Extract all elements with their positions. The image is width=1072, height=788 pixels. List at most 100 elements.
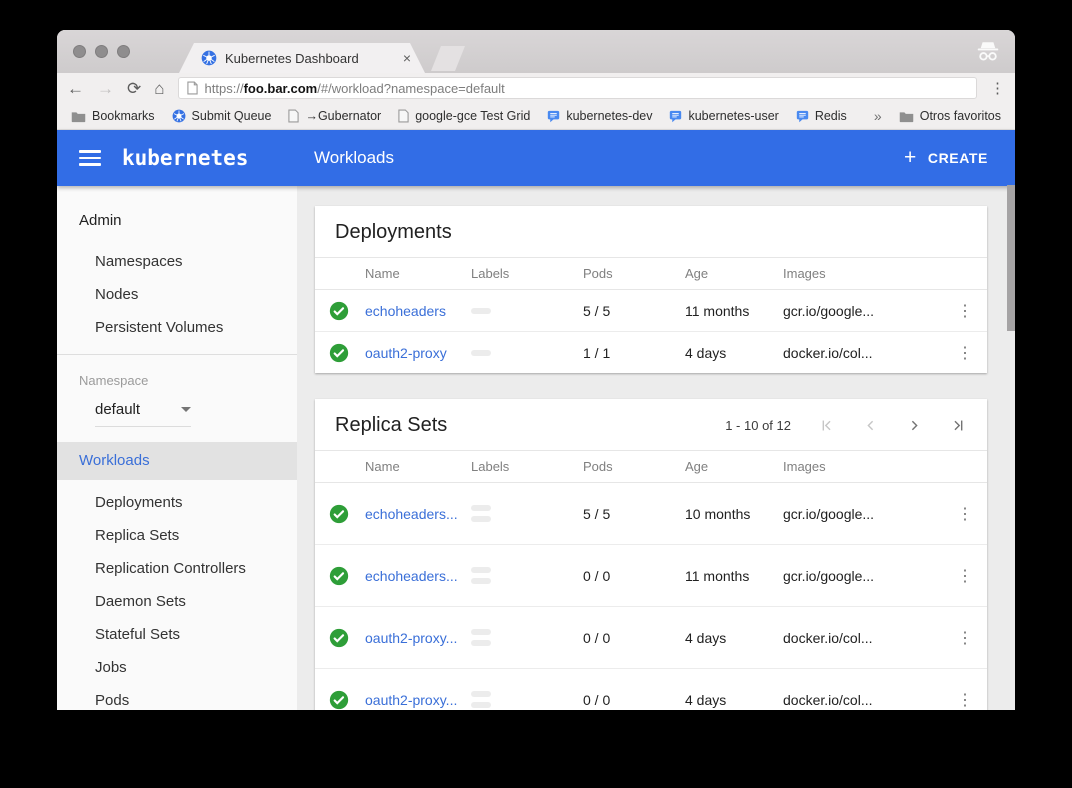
row-menu-icon[interactable]: ⋮ [957, 343, 973, 363]
column-header: Labels [471, 266, 583, 281]
images-cell: docker.io/col... [783, 345, 943, 361]
bookmark-label: →Gubernator [305, 109, 381, 123]
resource-link[interactable]: oauth2-proxy... [365, 630, 471, 646]
labels-cell [471, 567, 583, 584]
app-header: kubernetes Workloads + CREATE [57, 130, 1015, 186]
table-header: Name Labels Pods Age Images [315, 257, 987, 290]
bookmark-label: google-gce Test Grid [415, 109, 530, 123]
page-title: Workloads [314, 148, 394, 168]
labels-cell [471, 505, 583, 522]
close-window-button[interactable] [73, 45, 86, 58]
table-row: oauth2-proxy... 0 / 0 4 days docker.io/c… [315, 668, 987, 710]
address-bar[interactable]: https://foo.bar.com/#/workload?namespace… [178, 77, 977, 99]
browser-toolbar: ← → ⟳ ⌂ https://foo.bar.com/#/workload?n… [57, 73, 1015, 103]
sidebar-item[interactable]: Stateful Sets [57, 618, 297, 651]
bookmark-folder-other[interactable]: Otros favoritos [899, 109, 1001, 123]
column-header: Age [685, 459, 783, 474]
namespace-select[interactable]: default [95, 401, 191, 427]
last-page-icon[interactable] [950, 417, 967, 434]
bookmark-item[interactable]: →Gubernator [288, 109, 381, 123]
sidebar-item[interactable]: Daemon Sets [57, 585, 297, 618]
content-area: Admin Namespaces Nodes Persistent Volume… [57, 186, 1015, 710]
forward-icon: → [97, 80, 114, 97]
sidebar-item[interactable]: Persistent Volumes [57, 311, 297, 344]
bookmark-item[interactable]: Bookmarks [71, 109, 155, 123]
sidebar-item[interactable]: Deployments [57, 486, 297, 519]
column-header: Pods [583, 459, 685, 474]
back-icon[interactable]: ← [67, 80, 84, 97]
row-menu-icon[interactable]: ⋮ [957, 690, 973, 710]
sidebar-item-workloads-active[interactable]: Workloads [57, 442, 297, 480]
replica-sets-card: Replica Sets 1 - 10 of 12 [315, 399, 987, 710]
sidebar-item[interactable]: Replication Controllers [57, 552, 297, 585]
images-cell: gcr.io/google... [783, 568, 943, 584]
page-icon [398, 109, 409, 123]
row-menu-icon[interactable]: ⋮ [957, 566, 973, 586]
status-ok-icon [329, 343, 365, 363]
label-chip [471, 691, 491, 697]
namespace-label: Namespace [57, 355, 297, 388]
browser-tab[interactable]: Kubernetes Dashboard × [179, 43, 425, 73]
sidebar-section-admin[interactable]: Admin [57, 200, 297, 245]
images-cell: docker.io/col... [783, 692, 943, 708]
minimize-window-button[interactable] [95, 45, 108, 58]
plus-icon: + [904, 147, 917, 168]
kubernetes-logo[interactable]: kubernetes [122, 146, 248, 170]
row-menu-icon[interactable]: ⋮ [957, 301, 973, 321]
scrollbar-thumb[interactable] [1007, 185, 1015, 331]
age-cell: 4 days [685, 345, 783, 361]
age-cell: 4 days [685, 692, 783, 708]
bookmark-item[interactable]: kubernetes-user [669, 109, 778, 123]
card-title: Deployments [335, 221, 452, 244]
table-row: echoheaders 5 / 5 11 months gcr.io/googl… [315, 290, 987, 331]
resource-link[interactable]: oauth2-proxy... [365, 692, 471, 708]
sidebar-item[interactable]: Jobs [57, 651, 297, 684]
hamburger-menu-icon[interactable] [79, 150, 101, 166]
images-cell: gcr.io/google... [783, 303, 943, 319]
tab-close-icon[interactable]: × [403, 50, 411, 66]
bookmark-item[interactable]: Submit Queue [172, 109, 272, 123]
new-tab-button[interactable] [431, 46, 465, 71]
bookmark-item[interactable]: kubernetes-dev [547, 109, 652, 123]
chat-icon [669, 110, 682, 123]
status-ok-icon [329, 690, 365, 710]
folder-icon [71, 110, 86, 123]
browser-menu-icon[interactable]: ⋮ [990, 79, 1005, 97]
home-icon[interactable]: ⌂ [154, 80, 164, 97]
bookmark-item[interactable]: Redis [796, 109, 847, 123]
tab-title: Kubernetes Dashboard [225, 51, 395, 66]
replicasets-table-body: echoheaders... 5 / 5 10 months gcr.io/go… [315, 483, 987, 710]
sidebar-item[interactable]: Pods [57, 684, 297, 710]
resource-link[interactable]: echoheaders... [365, 506, 471, 522]
row-menu-icon[interactable]: ⋮ [957, 628, 973, 648]
sidebar-item[interactable]: Replica Sets [57, 519, 297, 552]
bookmark-item[interactable]: google-gce Test Grid [398, 109, 530, 123]
browser-window: Kubernetes Dashboard × ← → ⟳ ⌂ https://f… [57, 30, 1015, 710]
status-ok-icon [329, 566, 365, 586]
bookmark-label: kubernetes-user [688, 109, 778, 123]
incognito-icon [975, 40, 1001, 64]
create-button[interactable]: + CREATE [904, 149, 988, 168]
resource-link[interactable]: echoheaders [365, 303, 471, 319]
status-ok-icon [329, 504, 365, 524]
url-text: https://foo.bar.com/#/workload?namespace… [205, 81, 505, 96]
pagination: 1 - 10 of 12 [725, 417, 967, 434]
zoom-window-button[interactable] [117, 45, 130, 58]
bookmark-label: Bookmarks [92, 109, 155, 123]
next-page-icon[interactable] [906, 417, 923, 434]
resource-link[interactable]: echoheaders... [365, 568, 471, 584]
column-header: Labels [471, 459, 583, 474]
reload-icon[interactable]: ⟳ [127, 80, 141, 97]
status-ok-icon [329, 628, 365, 648]
deployments-card: Deployments Name Labels Pods Age Images [315, 206, 987, 373]
bookmarks-overflow-icon[interactable]: » [874, 108, 882, 124]
table-row: oauth2-proxy... 0 / 0 4 days docker.io/c… [315, 606, 987, 668]
label-chip [471, 505, 491, 511]
chat-icon [796, 110, 809, 123]
resource-link[interactable]: oauth2-proxy [365, 345, 471, 361]
folder-icon [899, 110, 914, 123]
table-row: echoheaders... 0 / 0 11 months gcr.io/go… [315, 544, 987, 606]
sidebar-item[interactable]: Namespaces [57, 245, 297, 278]
row-menu-icon[interactable]: ⋮ [957, 504, 973, 524]
sidebar-item[interactable]: Nodes [57, 278, 297, 311]
